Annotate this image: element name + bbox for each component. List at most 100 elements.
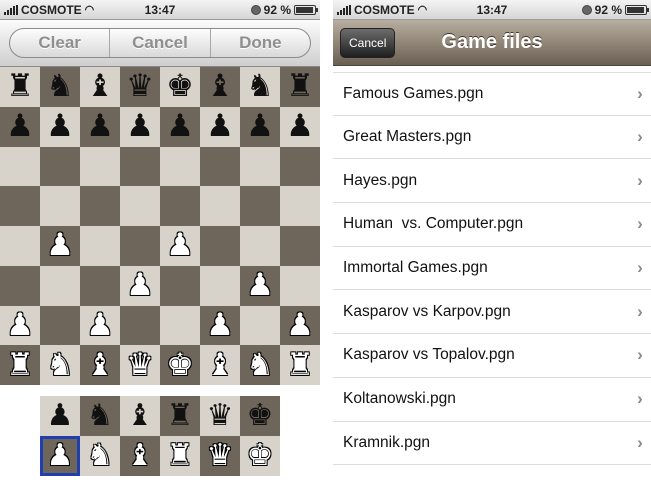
board-square[interactable]: ♟ bbox=[200, 106, 240, 147]
chevron-right-icon: › bbox=[637, 170, 643, 190]
board-square[interactable] bbox=[200, 226, 240, 266]
board-square[interactable] bbox=[80, 146, 120, 187]
board-square[interactable] bbox=[160, 186, 200, 226]
board-square[interactable] bbox=[0, 226, 40, 266]
board-square[interactable]: ♟ bbox=[280, 106, 320, 147]
board-square[interactable] bbox=[40, 265, 80, 306]
board-square[interactable] bbox=[0, 186, 40, 226]
tray-piece-slot[interactable]: ♟ bbox=[40, 396, 80, 436]
board-square[interactable]: ♟ bbox=[40, 226, 80, 266]
list-item[interactable]: Kasparov vs Karpov.pgn › bbox=[333, 290, 651, 335]
tray-piece-slot[interactable]: ♜ bbox=[160, 436, 200, 476]
rotation-lock-icon bbox=[581, 4, 592, 15]
chevron-right-icon: › bbox=[637, 301, 643, 321]
board-square[interactable] bbox=[120, 305, 160, 346]
board-square[interactable] bbox=[0, 265, 40, 306]
board-square[interactable] bbox=[40, 146, 80, 187]
list-item[interactable]: Famous Games.pgn › bbox=[333, 72, 651, 116]
list-item[interactable]: Human vs. Computer.pgn › bbox=[333, 203, 651, 247]
board-square[interactable] bbox=[280, 226, 320, 266]
tray-piece-slot[interactable]: ♚ bbox=[240, 396, 280, 436]
board-square[interactable]: ♞ bbox=[40, 345, 80, 385]
board-square[interactable] bbox=[120, 226, 160, 266]
board-square[interactable] bbox=[160, 305, 200, 346]
board-square[interactable]: ♞ bbox=[40, 67, 80, 107]
board-square[interactable] bbox=[240, 226, 280, 266]
board-square[interactable] bbox=[120, 146, 160, 187]
board-square[interactable] bbox=[200, 265, 240, 306]
list-item[interactable]: Hayes.pgn › bbox=[333, 159, 651, 204]
clear-button[interactable]: Clear bbox=[10, 29, 111, 57]
board-square[interactable]: ♜ bbox=[280, 67, 320, 107]
list-item[interactable]: Immortal Games.pgn › bbox=[333, 246, 651, 291]
board-square[interactable]: ♝ bbox=[200, 67, 240, 107]
board-square[interactable]: ♜ bbox=[0, 345, 40, 385]
board-square[interactable] bbox=[80, 186, 120, 226]
board-square[interactable]: ♟ bbox=[240, 106, 280, 147]
board-square[interactable]: ♝ bbox=[80, 67, 120, 107]
board-square[interactable]: ♟ bbox=[160, 226, 200, 266]
board-square[interactable]: ♟ bbox=[160, 106, 200, 147]
tray-piece-slot[interactable]: ♝ bbox=[120, 436, 160, 476]
board-square[interactable]: ♞ bbox=[240, 345, 280, 385]
board-square[interactable]: ♟ bbox=[280, 305, 320, 346]
board-square[interactable] bbox=[280, 265, 320, 306]
done-button[interactable]: Done bbox=[211, 29, 310, 57]
board-square[interactable] bbox=[280, 146, 320, 187]
white-king-icon: ♚ bbox=[246, 438, 274, 473]
board-square[interactable]: ♞ bbox=[240, 67, 280, 107]
board-square[interactable]: ♛ bbox=[120, 67, 160, 107]
board-square[interactable]: ♛ bbox=[120, 345, 160, 385]
board-square[interactable]: ♟ bbox=[40, 106, 80, 147]
board-square[interactable]: ♜ bbox=[280, 345, 320, 385]
board-square[interactable]: ♟ bbox=[200, 305, 240, 346]
board-square[interactable]: ♜ bbox=[0, 67, 40, 107]
black-pawn-icon: ♟ bbox=[126, 108, 154, 145]
board-square[interactable] bbox=[280, 186, 320, 226]
list-item[interactable]: Kasparov vs Topalov.pgn › bbox=[333, 334, 651, 378]
black-pawn-icon: ♟ bbox=[286, 108, 314, 145]
tray-piece-slot[interactable]: ♚ bbox=[240, 436, 280, 476]
board-square[interactable] bbox=[80, 265, 120, 306]
board-square[interactable]: ♟ bbox=[0, 106, 40, 147]
board-square[interactable]: ♚ bbox=[160, 345, 200, 385]
board-square[interactable] bbox=[40, 305, 80, 346]
list-item[interactable]: Great Masters.pgn › bbox=[333, 115, 651, 160]
board-square[interactable]: ♟ bbox=[240, 265, 280, 306]
white-queen-icon: ♛ bbox=[206, 438, 234, 473]
board-square[interactable] bbox=[0, 146, 40, 187]
board-square[interactable] bbox=[160, 265, 200, 306]
board-square[interactable] bbox=[200, 186, 240, 226]
list-item[interactable]: Kramnik.pgn › bbox=[333, 421, 651, 466]
board-square[interactable]: ♟ bbox=[120, 106, 160, 147]
board-square[interactable] bbox=[240, 186, 280, 226]
board-square[interactable] bbox=[40, 186, 80, 226]
board-square[interactable] bbox=[80, 226, 120, 266]
file-name: Famous Games.pgn bbox=[343, 84, 484, 102]
board-square[interactable]: ♚ bbox=[160, 67, 200, 107]
piece-tray: ♟ ♞ ♝ ♜ ♛ ♚ ♟ ♞ ♝ ♜ ♛ ♚ bbox=[40, 396, 280, 476]
board-square[interactable]: ♟ bbox=[80, 305, 120, 346]
tray-piece-slot[interactable]: ♛ bbox=[200, 436, 240, 476]
cancel-button[interactable]: Cancel bbox=[340, 28, 396, 58]
board-square[interactable]: ♝ bbox=[200, 345, 240, 385]
tray-piece-slot[interactable]: ♞ bbox=[80, 396, 120, 436]
tray-piece-slot[interactable]: ♝ bbox=[120, 396, 160, 436]
tray-piece-slot[interactable]: ♟ bbox=[40, 436, 80, 476]
tray-piece-slot[interactable]: ♜ bbox=[160, 396, 200, 436]
board-square[interactable]: ♟ bbox=[120, 265, 160, 306]
board-square[interactable] bbox=[160, 146, 200, 187]
board-square[interactable]: ♟ bbox=[0, 305, 40, 346]
list-item[interactable]: Koltanowski.pgn › bbox=[333, 377, 651, 422]
board-square[interactable] bbox=[240, 146, 280, 187]
black-pawn-icon: ♟ bbox=[86, 108, 114, 145]
tray-piece-slot[interactable]: ♛ bbox=[200, 396, 240, 436]
board-square[interactable]: ♝ bbox=[80, 345, 120, 385]
tray-piece-slot[interactable]: ♞ bbox=[80, 436, 120, 476]
board-square[interactable] bbox=[200, 146, 240, 187]
board-square[interactable]: ♟ bbox=[80, 106, 120, 147]
board-square[interactable] bbox=[120, 186, 160, 226]
cancel-button[interactable]: Cancel bbox=[110, 29, 211, 57]
game-files-screen: COSMOTE ◠ 13:47 92 % Cancel Game files F… bbox=[333, 0, 651, 483]
board-square[interactable] bbox=[240, 305, 280, 346]
